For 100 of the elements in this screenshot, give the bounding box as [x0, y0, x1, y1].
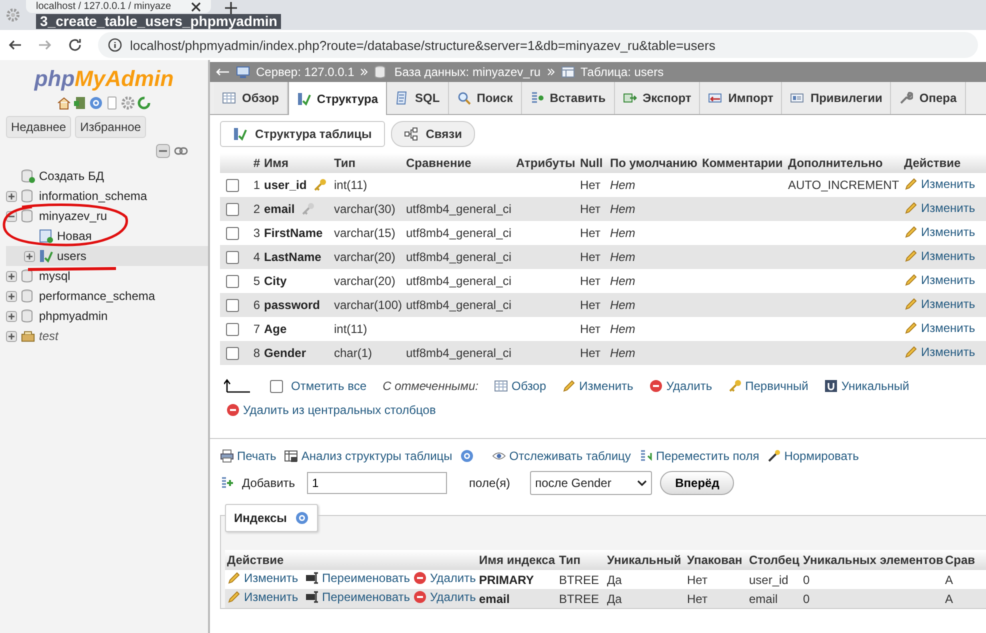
position-select[interactable]: после Gender: [530, 471, 652, 495]
back-icon[interactable]: [8, 38, 22, 52]
edit-link[interactable]: Изменить: [904, 344, 976, 358]
link-icon[interactable]: [174, 146, 188, 156]
document-icon[interactable]: [105, 96, 119, 110]
row-checkbox[interactable]: [226, 251, 239, 264]
bulk-action-link[interactable]: Обзор: [494, 379, 546, 393]
rename-icon: [305, 590, 319, 604]
edit-link[interactable]: Изменить: [227, 590, 298, 604]
tree-item[interactable]: test: [39, 329, 58, 343]
column-header[interactable]: По умолчанию: [610, 156, 698, 170]
action-link[interactable]: Нормировать: [767, 449, 859, 463]
collapse-all-icon[interactable]: [156, 144, 170, 158]
column-name[interactable]: City: [264, 274, 287, 288]
tree-item[interactable]: minyazev_ru: [39, 209, 108, 223]
remove-central-link[interactable]: Удалить из центральных столбцов: [226, 403, 436, 417]
row-checkbox[interactable]: [226, 299, 239, 312]
row-checkbox[interactable]: [226, 227, 239, 240]
column-name[interactable]: user_id: [264, 178, 307, 192]
settings-icon[interactable]: [121, 96, 135, 110]
action-link[interactable]: Отслеживать таблицу: [492, 449, 631, 463]
tree-item[interactable]: users: [57, 249, 86, 263]
column-header[interactable]: #: [253, 156, 260, 170]
tree-item[interactable]: information_schema: [39, 189, 148, 203]
action-link[interactable]: Печать: [220, 449, 276, 463]
expand-icon[interactable]: [24, 250, 35, 262]
home-icon[interactable]: [57, 96, 71, 110]
new-tab-icon[interactable]: [225, 2, 238, 14]
column-header[interactable]: Сравнение: [406, 156, 472, 170]
edit-link[interactable]: Изменить: [904, 176, 976, 190]
column-name[interactable]: FirstName: [264, 226, 323, 240]
edit-link[interactable]: Изменить: [904, 320, 976, 334]
expand-icon[interactable]: [6, 190, 17, 202]
help-icon[interactable]: [294, 511, 309, 525]
check-all-label[interactable]: Отметить все: [291, 379, 367, 393]
column-name[interactable]: LastName: [264, 250, 322, 264]
logo[interactable]: phpMyAdmin: [34, 66, 174, 92]
close-icon[interactable]: [191, 2, 202, 12]
check-all-checkbox[interactable]: [270, 380, 283, 392]
column-header[interactable]: Null: [580, 156, 603, 170]
field-count-input[interactable]: 1: [307, 472, 448, 494]
sidebar-tab-button[interactable]: Недавнее: [6, 116, 72, 138]
bulk-action-link[interactable]: Уникальный: [824, 379, 910, 393]
tree-item[interactable]: Новая: [57, 229, 92, 243]
bulk-action-link[interactable]: Удалить: [649, 379, 712, 393]
expand-icon[interactable]: [6, 310, 17, 322]
exit-icon[interactable]: [73, 96, 87, 110]
go-button[interactable]: Вперёд: [660, 471, 734, 495]
row-checkbox[interactable]: [226, 347, 239, 360]
edit-link[interactable]: Изменить: [904, 296, 976, 310]
breadcrumb-link[interactable]: База данных: minyazev_ru: [394, 65, 541, 79]
tab[interactable]: Структура: [288, 82, 388, 115]
browser-tab[interactable]: localhost / 127.0.0.1 / minyaze: [26, 0, 212, 13]
tree-item[interactable]: mysql: [39, 269, 70, 283]
address-field[interactable]: localhost/phpmyadmin/index.php?route=/database/structure&server=1&db=minyazev_ru&table=users: [98, 32, 978, 58]
row-checkbox[interactable]: [226, 323, 239, 336]
table-cell: Нет: [580, 322, 600, 336]
delete-link[interactable]: Удалить: [413, 590, 476, 604]
tree-item[interactable]: Создать БД: [39, 169, 104, 183]
subtab[interactable]: Структура таблицы: [220, 121, 385, 147]
rename-link[interactable]: Переименовать: [305, 590, 410, 604]
column-header[interactable]: Атрибуты: [516, 156, 576, 170]
breadcrumb-link[interactable]: Таблица: users: [580, 65, 664, 79]
column-header[interactable]: Тип: [334, 156, 356, 170]
column-name[interactable]: email: [264, 202, 295, 216]
edit-link[interactable]: Изменить: [904, 224, 976, 238]
delete-link[interactable]: Удалить: [413, 571, 476, 585]
sidebar-tab-button[interactable]: Избранное: [75, 116, 146, 138]
reload-icon[interactable]: [68, 38, 82, 52]
breadcrumb-link[interactable]: Сервер: 127.0.0.1: [256, 65, 354, 79]
row-checkbox[interactable]: [226, 179, 239, 192]
column-name[interactable]: Gender: [264, 346, 306, 360]
column-header[interactable]: Имя: [264, 156, 289, 170]
edit-link[interactable]: Изменить: [904, 272, 976, 286]
column-header[interactable]: Действие: [904, 156, 961, 170]
help-icon[interactable]: [460, 449, 474, 463]
action-link[interactable]: Анализ структуры таблицы: [284, 449, 452, 463]
forward-icon[interactable]: [38, 38, 52, 52]
action-link[interactable]: Переместить поля: [638, 449, 760, 463]
tree-item[interactable]: performance_schema: [39, 289, 156, 303]
back-arrow-icon[interactable]: [216, 67, 230, 77]
bulk-action-link[interactable]: Изменить: [562, 379, 634, 393]
edit-link[interactable]: Изменить: [904, 248, 976, 262]
expand-icon[interactable]: [6, 270, 17, 282]
column-name[interactable]: Age: [264, 322, 287, 336]
bulk-action-link[interactable]: Первичный: [728, 379, 808, 393]
tree-item[interactable]: phpmyadmin: [39, 309, 108, 323]
column-header[interactable]: Комментарии: [702, 156, 783, 170]
expand-icon[interactable]: [6, 330, 17, 342]
row-checkbox[interactable]: [226, 275, 239, 288]
table-cell: utf8mb4_general_ci: [406, 202, 512, 216]
column-name[interactable]: password: [264, 298, 320, 312]
column-header[interactable]: Дополнительно: [788, 156, 883, 170]
rename-link[interactable]: Переименовать: [305, 571, 410, 585]
expand-icon[interactable]: [6, 290, 17, 302]
subtab[interactable]: Связи: [390, 121, 475, 147]
edit-link[interactable]: Изменить: [904, 200, 976, 214]
row-checkbox[interactable]: [226, 203, 239, 216]
edit-link[interactable]: Изменить: [227, 571, 298, 585]
help-icon[interactable]: [89, 96, 103, 110]
